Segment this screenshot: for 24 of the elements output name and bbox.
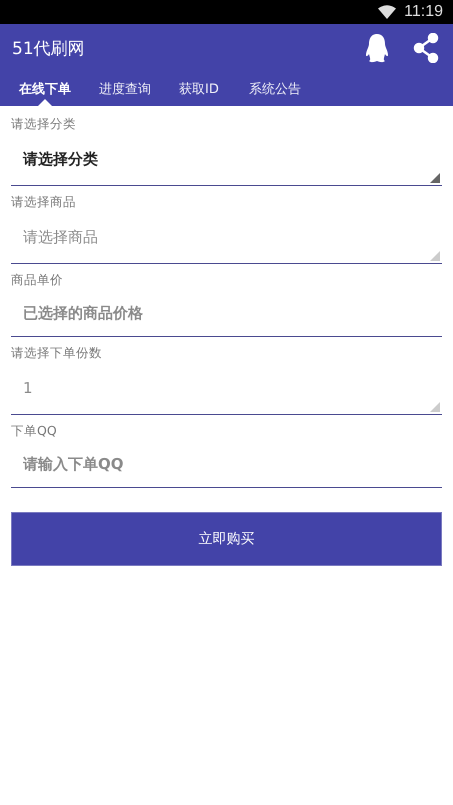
dropdown-field[interactable]: 请选择分类 (11, 133, 442, 186)
tab[interactable]: 获取ID (168, 72, 230, 106)
app-title: 51代刷网 (12, 38, 86, 60)
clock-time: 11:19 (404, 3, 443, 21)
field-label: 下单QQ (11, 422, 57, 440)
tab[interactable]: 系统公告 (238, 72, 312, 106)
dropdown-arrow-icon (430, 402, 440, 412)
field-label: 请选择下单份数 (11, 344, 102, 362)
penguin-icon[interactable] (365, 33, 389, 63)
dropdown-arrow-icon (430, 251, 440, 261)
share-icon[interactable] (413, 33, 439, 63)
input-field[interactable]: 请输入下单QQ (11, 440, 442, 488)
field-label: 请选择分类 (11, 115, 76, 133)
dropdown-value: 请选择分类 (23, 150, 98, 168)
buy-button[interactable]: 立即购买 (11, 512, 442, 566)
field-label: 请选择商品 (11, 193, 76, 211)
field-label: 商品单价 (11, 271, 63, 289)
dropdown-value: 1 (23, 379, 33, 397)
input-field[interactable]: 已选择的商品价格 (11, 289, 442, 337)
dropdown-value: 请选择商品 (23, 228, 98, 246)
dropdown-arrow-icon (430, 173, 440, 183)
wifi-icon (378, 5, 396, 19)
tab[interactable]: 进度查询 (88, 72, 162, 106)
tab[interactable]: 在线下单 (8, 72, 82, 106)
